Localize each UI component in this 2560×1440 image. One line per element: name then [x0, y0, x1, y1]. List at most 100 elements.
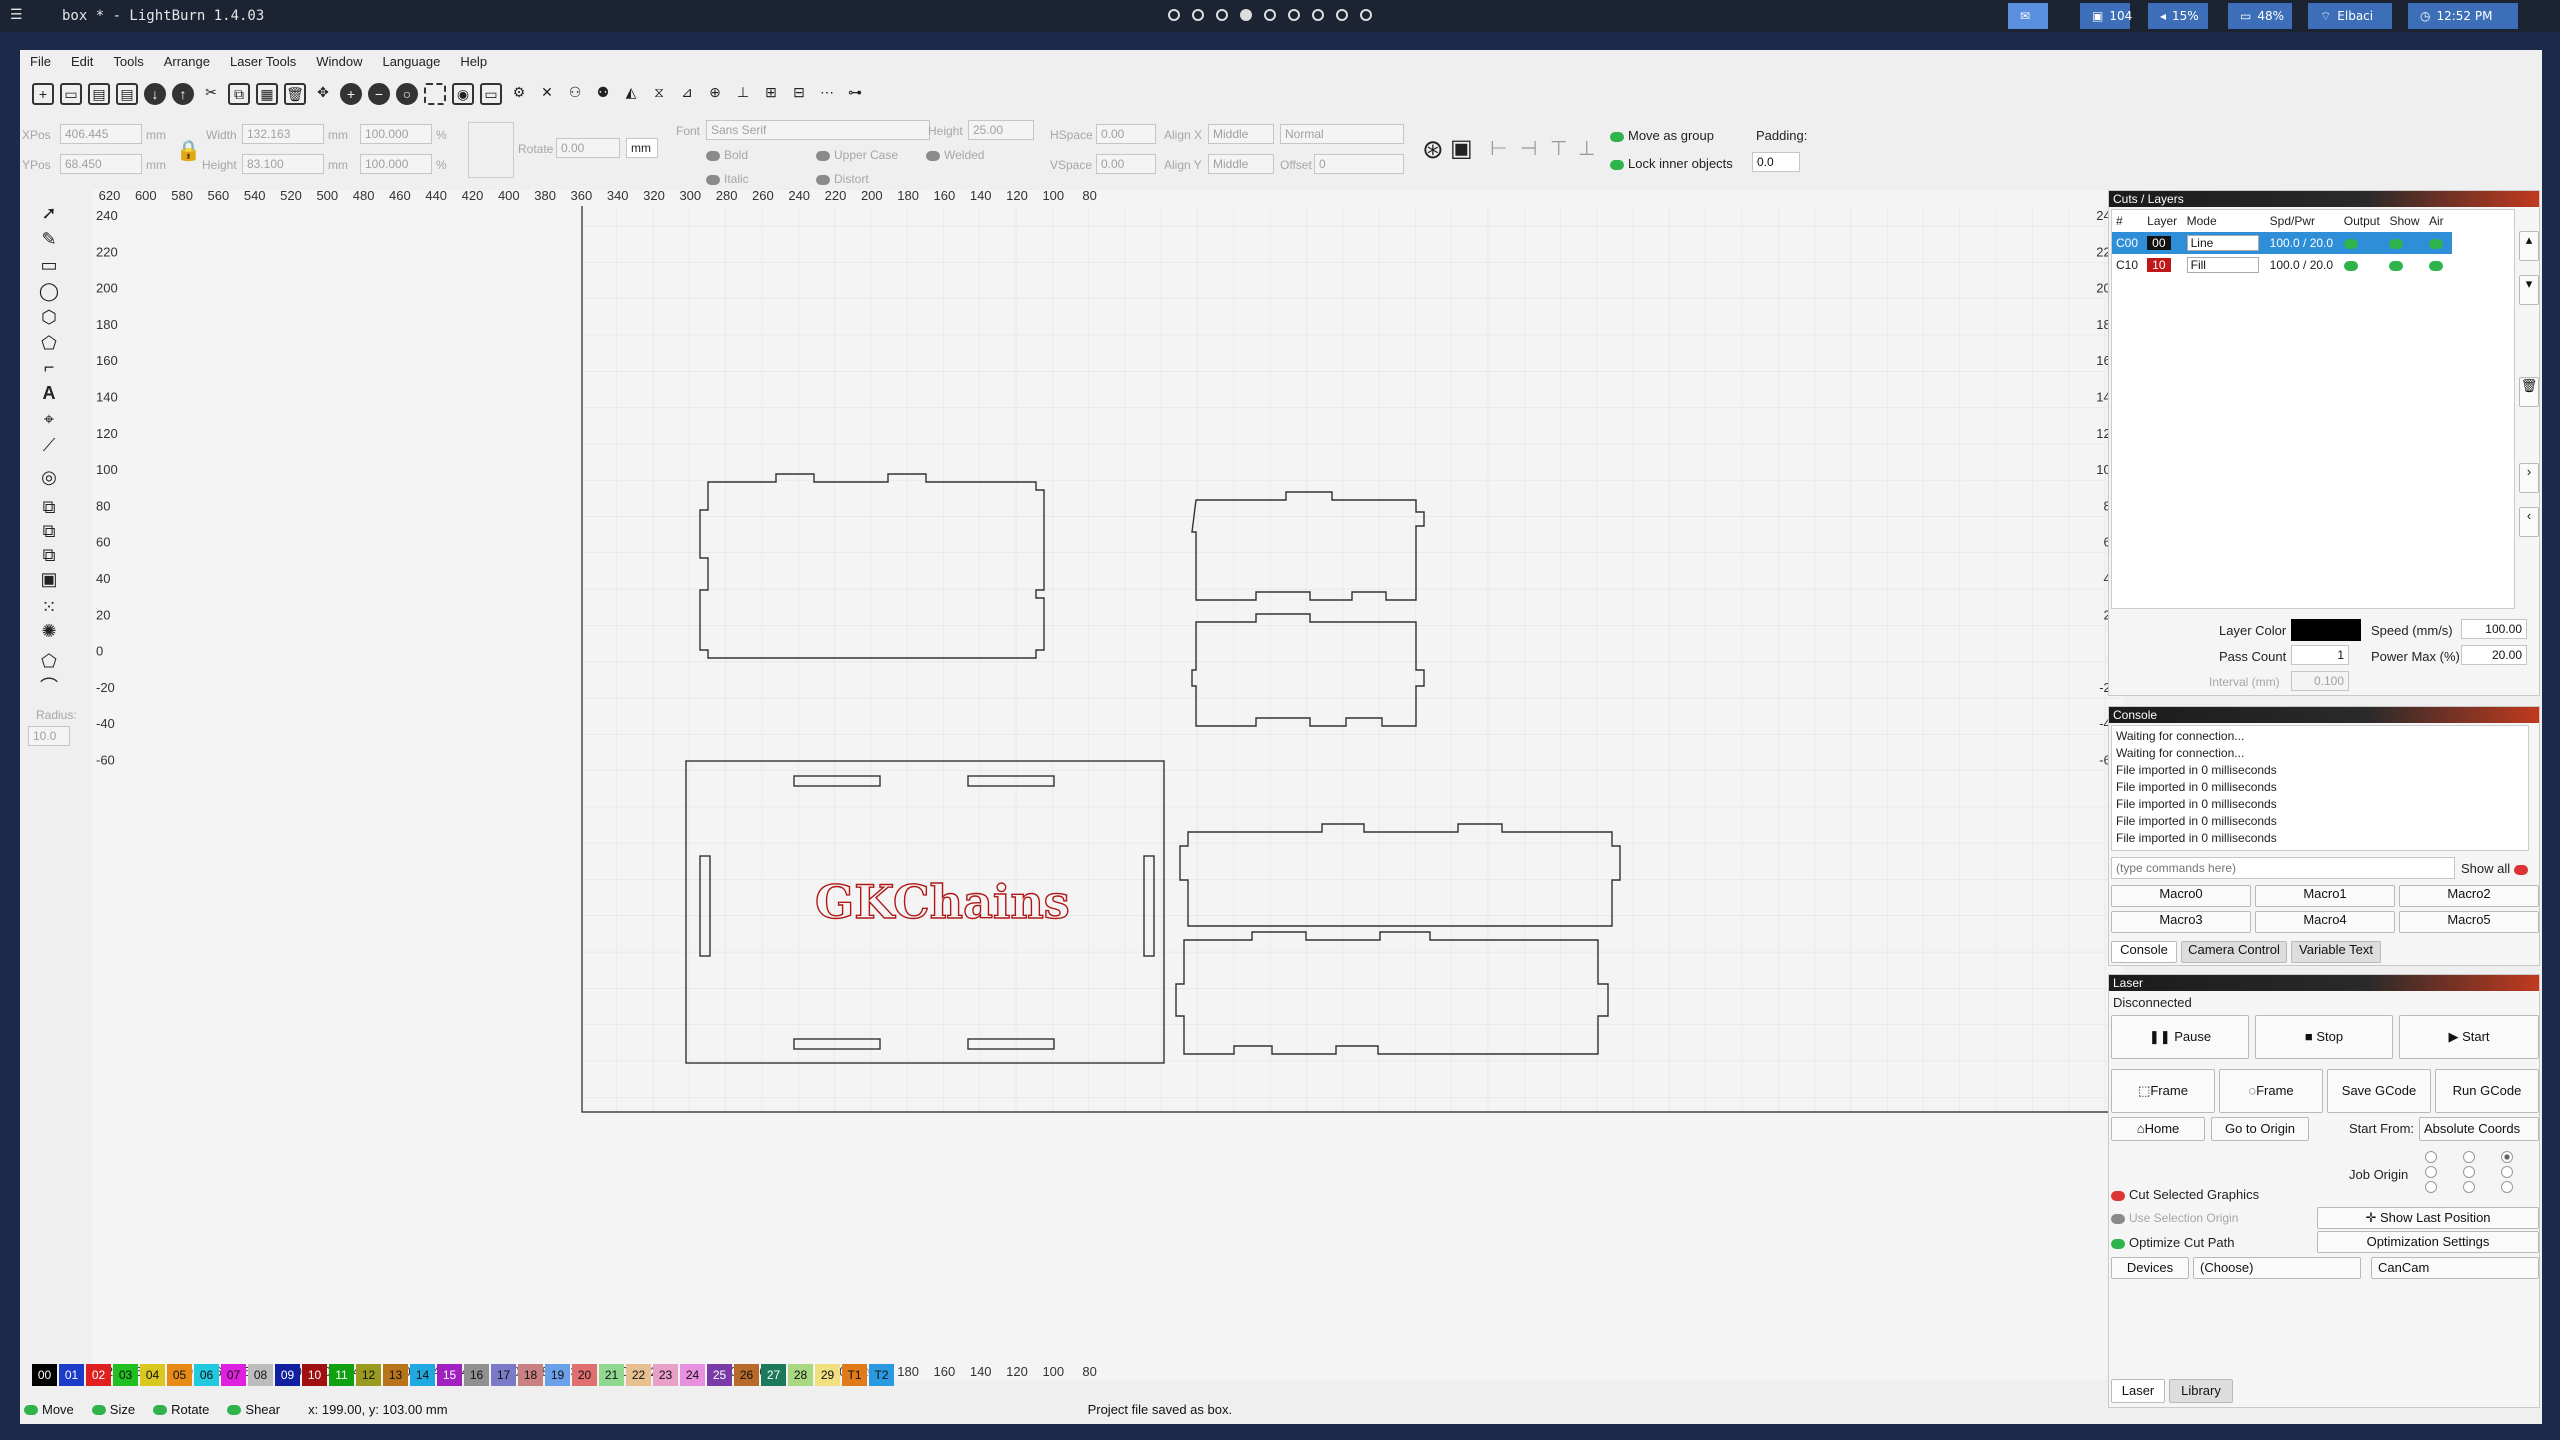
- cut-selected-toggle[interactable]: Cut Selected Graphics: [2111, 1187, 2259, 1202]
- job-origin-radio[interactable]: [2425, 1181, 2437, 1193]
- job-origin-radio[interactable]: [2463, 1151, 2475, 1163]
- air-toggle[interactable]: [2428, 260, 2443, 271]
- palette-color-20[interactable]: 20: [572, 1364, 597, 1386]
- workspace-dot[interactable]: [1192, 9, 1204, 21]
- expand-left-icon[interactable]: ‹: [2519, 507, 2539, 537]
- dock-icon[interactable]: ⊶: [844, 83, 866, 105]
- palette-color-17[interactable]: 17: [491, 1364, 516, 1386]
- grid-array-icon[interactable]: ⁙: [38, 596, 60, 618]
- zoom-out-icon[interactable]: −: [368, 83, 390, 105]
- show-last-position-button[interactable]: ✛ Show Last Position: [2317, 1207, 2539, 1229]
- macro3-button[interactable]: Macro3: [2111, 911, 2251, 933]
- rotate-field[interactable]: 0.00: [556, 138, 620, 158]
- mode-select[interactable]: Fill: [2186, 257, 2259, 273]
- font-select[interactable]: Sans Serif: [706, 120, 930, 140]
- align-left-icon[interactable]: ⊢: [1490, 136, 1507, 161]
- frame-rect-button[interactable]: ⬚Frame: [2111, 1069, 2215, 1113]
- boolean-intersect-icon[interactable]: ⧉: [38, 544, 60, 566]
- palette-color-29[interactable]: 29: [815, 1364, 840, 1386]
- distribute-h-icon[interactable]: ⊞: [760, 83, 782, 105]
- palette-color-26[interactable]: 26: [734, 1364, 759, 1386]
- mirror-icon[interactable]: ⧖: [648, 83, 670, 105]
- menu-window[interactable]: Window: [316, 54, 362, 69]
- pass-count-field[interactable]: 1: [2291, 645, 2349, 665]
- shear-toggle[interactable]: Shear: [227, 1402, 280, 1417]
- power-max-field[interactable]: 20.00: [2461, 645, 2527, 665]
- mode-select[interactable]: Line: [2186, 235, 2259, 251]
- auto-focus-icon[interactable]: ⊛: [1422, 134, 1444, 165]
- export-icon[interactable]: ↑: [172, 83, 194, 105]
- workspace-dot[interactable]: [1336, 9, 1348, 21]
- interval-field[interactable]: 0.100: [2291, 671, 2349, 691]
- camera-icon[interactable]: ◉: [452, 83, 474, 105]
- save-gcode-button[interactable]: Save GCode: [2327, 1069, 2431, 1113]
- move-together-icon[interactable]: ⋯: [816, 83, 838, 105]
- settings-icon[interactable]: ⚙: [508, 83, 530, 105]
- weld-icon[interactable]: ▣: [38, 568, 60, 590]
- offset-tool-icon[interactable]: ◎: [38, 466, 60, 488]
- palette-color-27[interactable]: 27: [761, 1364, 786, 1386]
- palette-color-02[interactable]: 02: [86, 1364, 111, 1386]
- pause-button[interactable]: ❚❚ Pause: [2111, 1015, 2249, 1059]
- save-icon[interactable]: ▤: [88, 83, 110, 105]
- output-toggle[interactable]: [2343, 238, 2358, 249]
- distribute-v-icon[interactable]: ⊟: [788, 83, 810, 105]
- macro1-button[interactable]: Macro1: [2255, 885, 2395, 907]
- palette-color-21[interactable]: 21: [599, 1364, 624, 1386]
- circular-array-icon[interactable]: ✺: [38, 620, 60, 642]
- job-origin-radio[interactable]: [2501, 1181, 2513, 1193]
- palette-color-10[interactable]: 10: [302, 1364, 327, 1386]
- start-from-select[interactable]: Absolute Coords: [2419, 1117, 2539, 1141]
- font-height-field[interactable]: 25.00: [968, 120, 1034, 140]
- volume-indicator[interactable]: ◂ 15%: [2148, 3, 2208, 29]
- position-laser-icon[interactable]: ⌖: [38, 408, 60, 430]
- menu-arrange[interactable]: Arrange: [164, 54, 210, 69]
- job-origin-radio[interactable]: [2463, 1166, 2475, 1178]
- battery-indicator[interactable]: ▭ 48%: [2228, 3, 2292, 29]
- layer-color-swatch[interactable]: [2291, 619, 2361, 641]
- palette-color-14[interactable]: 14: [410, 1364, 435, 1386]
- workspace-dot[interactable]: [1288, 9, 1300, 21]
- lock-ratio-icon[interactable]: 🔒: [176, 138, 201, 163]
- monitor-icon[interactable]: ▭: [480, 83, 502, 105]
- scale-width-field[interactable]: 100.000: [360, 124, 432, 144]
- apps-menu-icon[interactable]: ☰: [10, 7, 23, 23]
- tab-camera-control[interactable]: Camera Control: [2181, 941, 2287, 963]
- import-icon[interactable]: ↓: [144, 83, 166, 105]
- palette-color-15[interactable]: 15: [437, 1364, 462, 1386]
- workspace-dot[interactable]: [1216, 9, 1228, 21]
- macro4-button[interactable]: Macro4: [2255, 911, 2395, 933]
- palette-color-12[interactable]: 12: [356, 1364, 381, 1386]
- show-all-toggle[interactable]: Show all: [2461, 861, 2532, 876]
- work-area[interactable]: [582, 206, 2120, 1112]
- tab-tool-icon[interactable]: ⬠: [38, 650, 60, 672]
- device-select[interactable]: CanCam: [2371, 1257, 2539, 1279]
- offset-field[interactable]: 0: [1314, 154, 1404, 174]
- design-canvas[interactable]: 620 600 580 560 540 520 500 480 460 440 420 400 380 3…: [92, 188, 2124, 1380]
- zoom-page-icon[interactable]: ○: [396, 83, 418, 105]
- palette-color-05[interactable]: 05: [167, 1364, 192, 1386]
- palette-color-28[interactable]: 28: [788, 1364, 813, 1386]
- new-file-icon[interactable]: +: [32, 83, 54, 105]
- menu-language[interactable]: Language: [382, 54, 440, 69]
- console-command-input[interactable]: [2111, 857, 2455, 879]
- move-icon[interactable]: ✥: [312, 83, 334, 105]
- macro5-button[interactable]: Macro5: [2399, 911, 2539, 933]
- select-tool-icon[interactable]: ➚: [38, 202, 60, 224]
- job-origin-radio[interactable]: [2463, 1181, 2475, 1193]
- boolean-union-icon[interactable]: ⧉: [38, 496, 60, 518]
- palette-color-16[interactable]: 16: [464, 1364, 489, 1386]
- save-as-icon[interactable]: ▤: [116, 83, 138, 105]
- workspace-dot[interactable]: [1240, 9, 1252, 21]
- devices-button[interactable]: Devices: [2111, 1257, 2189, 1279]
- crop-tool-icon[interactable]: ⌐: [38, 356, 60, 378]
- flip-horizontal-icon[interactable]: ◭: [620, 83, 642, 105]
- menu-file[interactable]: File: [30, 54, 51, 69]
- polygon-tool-icon[interactable]: ⬡: [38, 306, 60, 328]
- gkchains-text-object[interactable]: GKChains: [814, 874, 1070, 929]
- padding-field[interactable]: 0.0: [1752, 152, 1800, 172]
- align-top-icon[interactable]: ⊤: [1550, 136, 1567, 161]
- chat-icon[interactable]: ✉: [2008, 3, 2048, 29]
- ellipse-tool-icon[interactable]: ◯: [38, 280, 60, 302]
- go-to-origin-button[interactable]: Go to Origin: [2211, 1117, 2309, 1141]
